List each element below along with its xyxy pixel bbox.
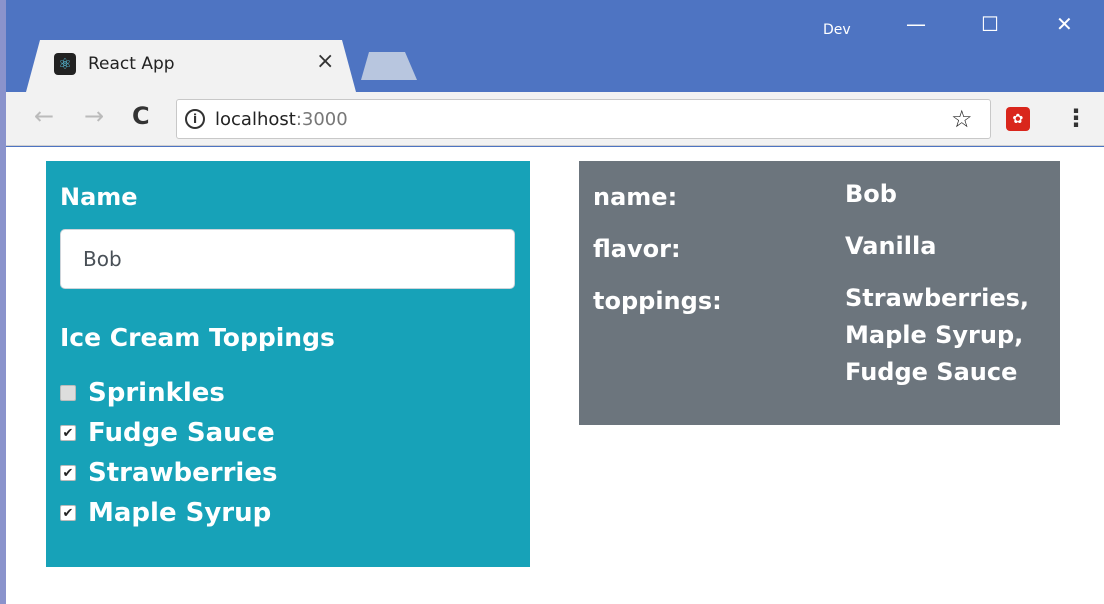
name-label: Name [60,183,138,211]
form-panel: Name Ice Cream Toppings Sprinkles ✔ Fudg… [46,161,530,567]
summary-panel: name: Bob flavor: Vanilla toppings: Stra… [579,161,1060,425]
tab-title: React App [88,54,175,74]
summary-key-flavor: flavor: [593,235,681,263]
maximize-icon[interactable]: ☐ [981,14,999,34]
browser-toolbar: ← → C i localhost:3000 ☆ ✿ ⋮ [6,92,1104,146]
close-window-icon[interactable]: ✕ [1056,14,1073,34]
page-content: Name Ice Cream Toppings Sprinkles ✔ Fudg… [6,147,1104,604]
topping-label: Sprinkles [88,378,225,408]
menu-icon[interactable]: ⋮ [1064,104,1088,132]
address-bar[interactable]: i localhost:3000 ☆ [176,99,991,139]
topping-maple-syrup[interactable]: ✔ Maple Syrup [60,493,277,533]
back-arrow-icon[interactable]: ← [34,104,54,128]
url-port: :3000 [295,109,348,130]
browser-window: ⚛ React App × Dev — ☐ ✕ ← → C i localhos… [0,0,1104,604]
topping-strawberries[interactable]: ✔ Strawberries [60,453,277,493]
bookmark-star-icon[interactable]: ☆ [951,105,973,133]
minimize-icon[interactable]: — [906,14,926,34]
summary-key-name: name: [593,183,678,211]
new-tab-button[interactable] [361,52,417,80]
summary-key-toppings: toppings: [593,287,722,315]
checkbox-maple-syrup[interactable]: ✔ [60,505,76,521]
url-text[interactable]: localhost:3000 [215,109,348,130]
tab-close-icon[interactable]: × [316,51,334,73]
url-host: localhost [215,109,296,130]
topping-label: Maple Syrup [88,498,272,528]
profile-label[interactable]: Dev [823,22,851,38]
topping-fudge-sauce[interactable]: ✔ Fudge Sauce [60,413,277,453]
summary-value-flavor: Vanilla [845,232,937,260]
title-bar: ⚛ React App × Dev — ☐ ✕ [6,0,1104,92]
summary-value-toppings-2: Maple Syrup, [845,321,1024,349]
topping-label: Fudge Sauce [88,418,275,448]
checkbox-strawberries[interactable]: ✔ [60,465,76,481]
summary-value-name: Bob [845,180,897,208]
react-logo-icon: ⚛ [54,53,76,75]
toppings-list: Sprinkles ✔ Fudge Sauce ✔ Strawberries ✔… [60,373,277,533]
checkbox-sprinkles[interactable] [60,385,76,401]
extension-icon[interactable]: ✿ [1006,107,1030,131]
info-icon[interactable]: i [185,109,205,129]
checkbox-fudge-sauce[interactable]: ✔ [60,425,76,441]
topping-sprinkles[interactable]: Sprinkles [60,373,277,413]
topping-label: Strawberries [88,458,278,488]
forward-arrow-icon[interactable]: → [84,104,104,128]
name-input[interactable] [60,229,515,289]
toppings-title: Ice Cream Toppings [60,323,335,352]
summary-value-toppings-1: Strawberries, [845,284,1029,312]
reload-icon[interactable]: C [132,104,150,128]
summary-value-toppings-3: Fudge Sauce [845,358,1018,386]
